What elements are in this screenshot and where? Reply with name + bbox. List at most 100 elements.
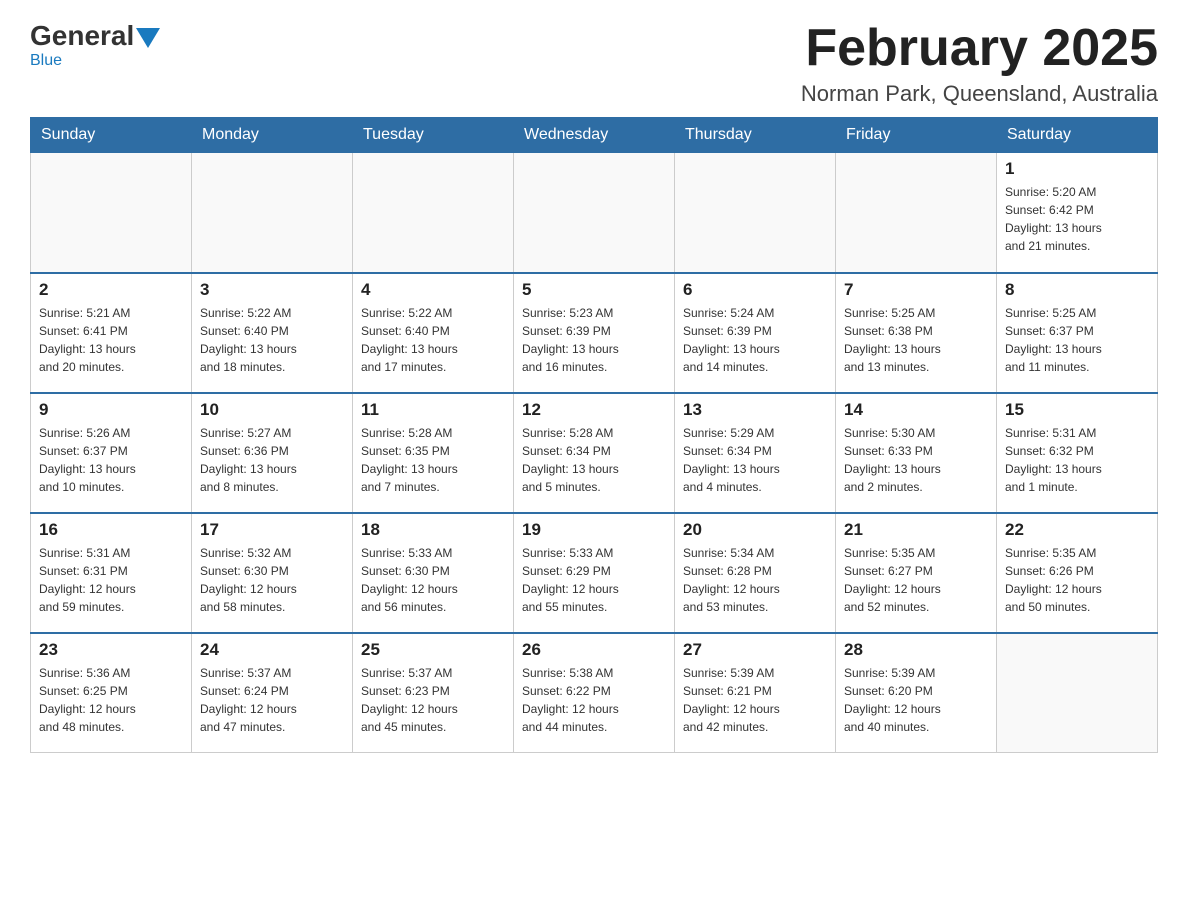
day-number: 6 <box>683 280 827 300</box>
day-number: 14 <box>844 400 988 420</box>
day-info: Sunrise: 5:25 AM Sunset: 6:38 PM Dayligh… <box>844 304 988 376</box>
calendar-cell: 20 Sunrise: 5:34 AM Sunset: 6:28 PM Dayli… <box>675 513 836 633</box>
calendar-header-friday: Friday <box>836 118 997 153</box>
calendar-cell: 12 Sunrise: 5:28 AM Sunset: 6:34 PM Dayli… <box>514 393 675 513</box>
calendar-cell: 14 Sunrise: 5:30 AM Sunset: 6:33 PM Dayli… <box>836 393 997 513</box>
calendar-cell <box>192 153 353 273</box>
day-info: Sunrise: 5:26 AM Sunset: 6:37 PM Dayligh… <box>39 424 183 496</box>
day-info: Sunrise: 5:33 AM Sunset: 6:29 PM Dayligh… <box>522 544 666 616</box>
calendar-cell: 21 Sunrise: 5:35 AM Sunset: 6:27 PM Dayli… <box>836 513 997 633</box>
calendar-cell: 28 Sunrise: 5:39 AM Sunset: 6:20 PM Dayli… <box>836 633 997 753</box>
logo-triangle-icon <box>136 28 160 48</box>
calendar-header-row: SundayMondayTuesdayWednesdayThursdayFrid… <box>31 118 1158 153</box>
calendar-cell: 16 Sunrise: 5:31 AM Sunset: 6:31 PM Dayli… <box>31 513 192 633</box>
day-info: Sunrise: 5:29 AM Sunset: 6:34 PM Dayligh… <box>683 424 827 496</box>
day-number: 3 <box>200 280 344 300</box>
calendar-cell: 25 Sunrise: 5:37 AM Sunset: 6:23 PM Dayli… <box>353 633 514 753</box>
logo: General Blue <box>30 20 160 70</box>
day-number: 1 <box>1005 159 1149 179</box>
day-info: Sunrise: 5:28 AM Sunset: 6:34 PM Dayligh… <box>522 424 666 496</box>
day-number: 24 <box>200 640 344 660</box>
day-info: Sunrise: 5:22 AM Sunset: 6:40 PM Dayligh… <box>361 304 505 376</box>
calendar-cell: 17Sunrise: 5:32 AM Sunset: 6:30 PM Dayli… <box>192 513 353 633</box>
calendar-cell: 18 Sunrise: 5:33 AM Sunset: 6:30 PM Dayli… <box>353 513 514 633</box>
day-info: Sunrise: 5:39 AM Sunset: 6:21 PM Dayligh… <box>683 664 827 736</box>
day-info: Sunrise: 5:36 AM Sunset: 6:25 PM Dayligh… <box>39 664 183 736</box>
calendar-cell: 1 Sunrise: 5:20 AM Sunset: 6:42 PM Daylig… <box>997 153 1158 273</box>
calendar-cell: 9 Sunrise: 5:26 AM Sunset: 6:37 PM Daylig… <box>31 393 192 513</box>
calendar-cell: 5Sunrise: 5:23 AM Sunset: 6:39 PM Daylig… <box>514 273 675 393</box>
calendar-header-monday: Monday <box>192 118 353 153</box>
calendar-cell <box>675 153 836 273</box>
day-info: Sunrise: 5:32 AM Sunset: 6:30 PM Dayligh… <box>200 544 344 616</box>
calendar-week-row-3: 9 Sunrise: 5:26 AM Sunset: 6:37 PM Daylig… <box>31 393 1158 513</box>
day-number: 13 <box>683 400 827 420</box>
calendar-cell: 13 Sunrise: 5:29 AM Sunset: 6:34 PM Dayli… <box>675 393 836 513</box>
day-number: 18 <box>361 520 505 540</box>
day-info: Sunrise: 5:35 AM Sunset: 6:26 PM Dayligh… <box>1005 544 1149 616</box>
calendar-cell: 8 Sunrise: 5:25 AM Sunset: 6:37 PM Daylig… <box>997 273 1158 393</box>
calendar-cell: 3 Sunrise: 5:22 AM Sunset: 6:40 PM Daylig… <box>192 273 353 393</box>
calendar-cell: 10 Sunrise: 5:27 AM Sunset: 6:36 PM Dayli… <box>192 393 353 513</box>
day-info: Sunrise: 5:37 AM Sunset: 6:23 PM Dayligh… <box>361 664 505 736</box>
day-info: Sunrise: 5:28 AM Sunset: 6:35 PM Dayligh… <box>361 424 505 496</box>
calendar-header-tuesday: Tuesday <box>353 118 514 153</box>
day-number: 12 <box>522 400 666 420</box>
logo-general-text: General <box>30 20 134 52</box>
day-info: Sunrise: 5:31 AM Sunset: 6:32 PM Dayligh… <box>1005 424 1149 496</box>
day-number: 10 <box>200 400 344 420</box>
day-info: Sunrise: 5:21 AM Sunset: 6:41 PM Dayligh… <box>39 304 183 376</box>
day-number: 16 <box>39 520 183 540</box>
calendar-cell: 22 Sunrise: 5:35 AM Sunset: 6:26 PM Dayli… <box>997 513 1158 633</box>
day-number: 8 <box>1005 280 1149 300</box>
day-info: Sunrise: 5:33 AM Sunset: 6:30 PM Dayligh… <box>361 544 505 616</box>
calendar-cell <box>514 153 675 273</box>
day-number: 7 <box>844 280 988 300</box>
day-info: Sunrise: 5:34 AM Sunset: 6:28 PM Dayligh… <box>683 544 827 616</box>
day-info: Sunrise: 5:27 AM Sunset: 6:36 PM Dayligh… <box>200 424 344 496</box>
title-section: February 2025 Norman Park, Queensland, A… <box>801 20 1158 107</box>
calendar-cell: 11 Sunrise: 5:28 AM Sunset: 6:35 PM Dayli… <box>353 393 514 513</box>
day-number: 28 <box>844 640 988 660</box>
day-number: 23 <box>39 640 183 660</box>
calendar-week-row-1: 1 Sunrise: 5:20 AM Sunset: 6:42 PM Daylig… <box>31 153 1158 273</box>
day-info: Sunrise: 5:35 AM Sunset: 6:27 PM Dayligh… <box>844 544 988 616</box>
day-info: Sunrise: 5:25 AM Sunset: 6:37 PM Dayligh… <box>1005 304 1149 376</box>
calendar-week-row-5: 23 Sunrise: 5:36 AM Sunset: 6:25 PM Dayli… <box>31 633 1158 753</box>
day-info: Sunrise: 5:24 AM Sunset: 6:39 PM Dayligh… <box>683 304 827 376</box>
calendar-cell: 23 Sunrise: 5:36 AM Sunset: 6:25 PM Dayli… <box>31 633 192 753</box>
calendar-week-row-2: 2 Sunrise: 5:21 AM Sunset: 6:41 PM Daylig… <box>31 273 1158 393</box>
day-number: 11 <box>361 400 505 420</box>
day-info: Sunrise: 5:20 AM Sunset: 6:42 PM Dayligh… <box>1005 183 1149 255</box>
day-info: Sunrise: 5:22 AM Sunset: 6:40 PM Dayligh… <box>200 304 344 376</box>
calendar-cell: 24 Sunrise: 5:37 AM Sunset: 6:24 PM Dayli… <box>192 633 353 753</box>
month-title: February 2025 <box>801 20 1158 77</box>
day-info: Sunrise: 5:30 AM Sunset: 6:33 PM Dayligh… <box>844 424 988 496</box>
day-info: Sunrise: 5:31 AM Sunset: 6:31 PM Dayligh… <box>39 544 183 616</box>
day-number: 19 <box>522 520 666 540</box>
calendar-cell <box>353 153 514 273</box>
calendar-cell: 7 Sunrise: 5:25 AM Sunset: 6:38 PM Daylig… <box>836 273 997 393</box>
day-number: 20 <box>683 520 827 540</box>
calendar-cell: 6 Sunrise: 5:24 AM Sunset: 6:39 PM Daylig… <box>675 273 836 393</box>
calendar-header-wednesday: Wednesday <box>514 118 675 153</box>
day-number: 22 <box>1005 520 1149 540</box>
calendar-cell <box>997 633 1158 753</box>
day-info: Sunrise: 5:23 AM Sunset: 6:39 PM Dayligh… <box>522 304 666 376</box>
day-number: 25 <box>361 640 505 660</box>
day-info: Sunrise: 5:37 AM Sunset: 6:24 PM Dayligh… <box>200 664 344 736</box>
day-number: 15 <box>1005 400 1149 420</box>
day-number: 9 <box>39 400 183 420</box>
calendar-cell: 26Sunrise: 5:38 AM Sunset: 6:22 PM Dayli… <box>514 633 675 753</box>
calendar-cell: 19 Sunrise: 5:33 AM Sunset: 6:29 PM Dayli… <box>514 513 675 633</box>
calendar-week-row-4: 16 Sunrise: 5:31 AM Sunset: 6:31 PM Dayli… <box>31 513 1158 633</box>
day-number: 2 <box>39 280 183 300</box>
calendar-cell: 27 Sunrise: 5:39 AM Sunset: 6:21 PM Dayli… <box>675 633 836 753</box>
day-info: Sunrise: 5:39 AM Sunset: 6:20 PM Dayligh… <box>844 664 988 736</box>
day-number: 27 <box>683 640 827 660</box>
day-number: 4 <box>361 280 505 300</box>
day-number: 21 <box>844 520 988 540</box>
day-number: 26 <box>522 640 666 660</box>
calendar-header-thursday: Thursday <box>675 118 836 153</box>
calendar-cell <box>836 153 997 273</box>
